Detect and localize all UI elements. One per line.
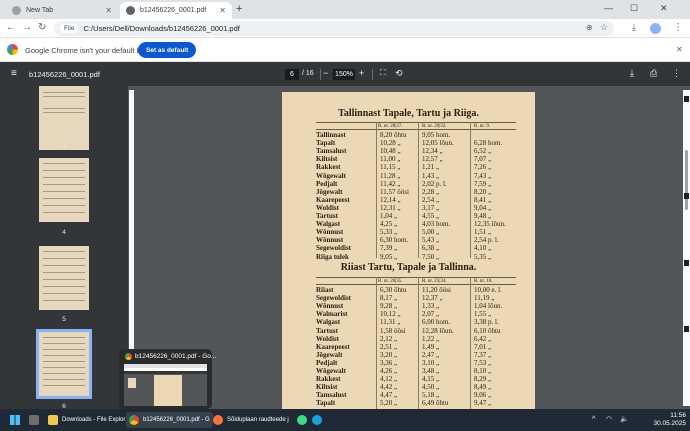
toolbar-divider <box>320 69 321 80</box>
page-thumbnail-5[interactable] <box>39 246 89 310</box>
task-view-icon[interactable] <box>29 415 39 425</box>
firefox-icon <box>213 415 223 425</box>
profile-avatar[interactable] <box>650 23 661 34</box>
windows-start-icon[interactable] <box>10 415 20 425</box>
browser-toolbar: ← → ↻ File C:/Users/Dell/Downloads/b1245… <box>0 19 690 38</box>
maximize-button[interactable]: ☐ <box>630 3 638 14</box>
zoom-out-button[interactable]: − <box>323 68 328 78</box>
tab-pdf[interactable]: b12456226_0001.pdf ✕ <box>120 2 232 19</box>
pdf-page: Tallinnast Tapale, Tartu ja Riiga. R. nr… <box>282 92 535 409</box>
chrome-icon <box>7 44 18 55</box>
viewer-scrollbar[interactable] <box>683 90 690 406</box>
print-icon[interactable]: ⎙ <box>650 68 657 79</box>
rotate-icon[interactable]: ⟲ <box>395 68 403 79</box>
menu-kebab-icon[interactable]: ⋮ <box>673 22 683 33</box>
wifi-icon[interactable]: ◠ <box>606 415 612 423</box>
taskbar-window-preview[interactable]: b12456226_0001.pdf - Go... <box>119 349 216 409</box>
chrome-icon <box>12 6 21 15</box>
thumbnail-label: 5 <box>62 316 66 323</box>
thumbnail-label: 4 <box>62 229 66 236</box>
zoom-level-input[interactable]: 150% <box>333 69 355 80</box>
column-header-row: R. nr. 26|35. R. nr. 25|34. R. nr. 10. <box>316 277 516 285</box>
scroll-marker <box>684 96 689 102</box>
chrome-icon <box>129 415 139 425</box>
close-tab-icon[interactable]: ✕ <box>105 6 112 15</box>
taskbar-item-firefox[interactable]: Sõiduplaan raudteede j <box>210 412 292 428</box>
new-tab-button[interactable]: + <box>236 3 242 15</box>
minimize-button[interactable]: — <box>604 3 613 13</box>
page-number-input[interactable]: 6 <box>285 69 299 80</box>
toolbar-divider <box>372 69 373 80</box>
section-title: Tallinnast Tapale, Tartu ja Riiga. <box>338 108 479 119</box>
forward-icon[interactable]: → <box>22 22 32 33</box>
reload-icon[interactable]: ↻ <box>38 22 46 33</box>
default-browser-infobar: Google Chrome isn't your default browser… <box>0 38 690 62</box>
tab-strip: New Tab ✕ b12456226_0001.pdf ✕ + — ☐ ✕ <box>0 0 690 19</box>
taskbar: Downloads - File Explor b12456226_0001.p… <box>0 409 690 431</box>
taskbar-item-chrome[interactable]: b12456226_0001.pdf - G <box>126 412 213 428</box>
page-thumbnail-3[interactable] <box>39 86 89 150</box>
viewer-scrollbar-thumb[interactable] <box>685 150 688 210</box>
address-bar[interactable]: File C:/Users/Dell/Downloads/b12456226_0… <box>54 21 614 36</box>
page-total: / 16 <box>302 70 314 77</box>
tab-new-tab[interactable]: New Tab ✕ <box>6 2 118 19</box>
scroll-marker <box>684 260 689 266</box>
downloads-icon[interactable]: ⤓ <box>632 22 636 33</box>
table-row: Riiga tulek 9,05 „ 7,50 „ 5,35 „ <box>316 253 516 262</box>
file-chip[interactable]: File <box>60 24 79 33</box>
thumbnail-label: 3 <box>62 142 66 149</box>
page-thumbnail-4[interactable] <box>39 158 89 222</box>
departure-time: 9,05 „ <box>380 252 398 261</box>
tab-label: b12456226_0001.pdf <box>140 7 207 14</box>
edge-icon[interactable] <box>312 415 322 425</box>
station-name: Riiga tulek <box>316 252 349 261</box>
document-icon <box>126 6 135 15</box>
column-header-row: R. nr. 28|37. R. nr. 29|32. R. nr. 9. <box>316 122 516 130</box>
fit-page-icon[interactable]: ⛶ <box>380 68 386 78</box>
departure-time: 7,50 „ <box>422 252 440 261</box>
download-icon[interactable]: ⤓ <box>630 68 634 79</box>
scroll-marker <box>684 193 689 199</box>
pdf-toolbar: ≡ b12456226_0001.pdf 6 / 16 − 150% + ⛶ ⟲… <box>0 62 690 86</box>
departure-time: 5,35 „ <box>474 252 492 261</box>
back-icon[interactable]: ← <box>6 22 16 33</box>
page-thumbnail-6-selected[interactable] <box>36 329 92 399</box>
zoom-in-button[interactable]: + <box>359 68 364 78</box>
pdf-file-name: b12456226_0001.pdf <box>29 70 100 79</box>
preview-title: b12456226_0001.pdf - Go... <box>135 353 217 360</box>
sidebar-menu-icon[interactable]: ≡ <box>11 68 17 79</box>
chrome-icon <box>125 353 132 360</box>
speaker-icon[interactable]: 🔈 <box>620 415 629 423</box>
app-icon[interactable] <box>297 415 307 425</box>
more-actions-icon[interactable]: ⋮ <box>672 68 681 79</box>
close-window-button[interactable]: ✕ <box>660 3 668 14</box>
preview-thumbnail <box>124 364 207 406</box>
thumbnail-sidebar: 3 4 5 6 <box>0 86 128 410</box>
close-infobar-icon[interactable]: ✕ <box>676 45 683 54</box>
scroll-marker <box>684 326 689 332</box>
chevron-up-icon[interactable]: ^ <box>592 416 595 423</box>
system-clock[interactable]: 11:56 30.05.2025 <box>653 412 686 428</box>
taskbar-item-file-explorer[interactable]: Downloads - File Explor <box>45 412 128 428</box>
url-text[interactable]: C:/Users/Dell/Downloads/b12456226_0001.p… <box>83 24 239 33</box>
zoom-icon[interactable]: ⊕ <box>586 23 593 32</box>
tab-label: New Tab <box>26 7 54 14</box>
close-tab-icon[interactable]: ✕ <box>219 6 226 15</box>
section-title: Riiast Tartu, Tapale ja Tallinna. <box>340 262 477 273</box>
bookmark-star-icon[interactable]: ☆ <box>600 22 608 33</box>
set-default-button[interactable]: Set as default <box>138 42 197 58</box>
folder-icon <box>48 415 58 425</box>
